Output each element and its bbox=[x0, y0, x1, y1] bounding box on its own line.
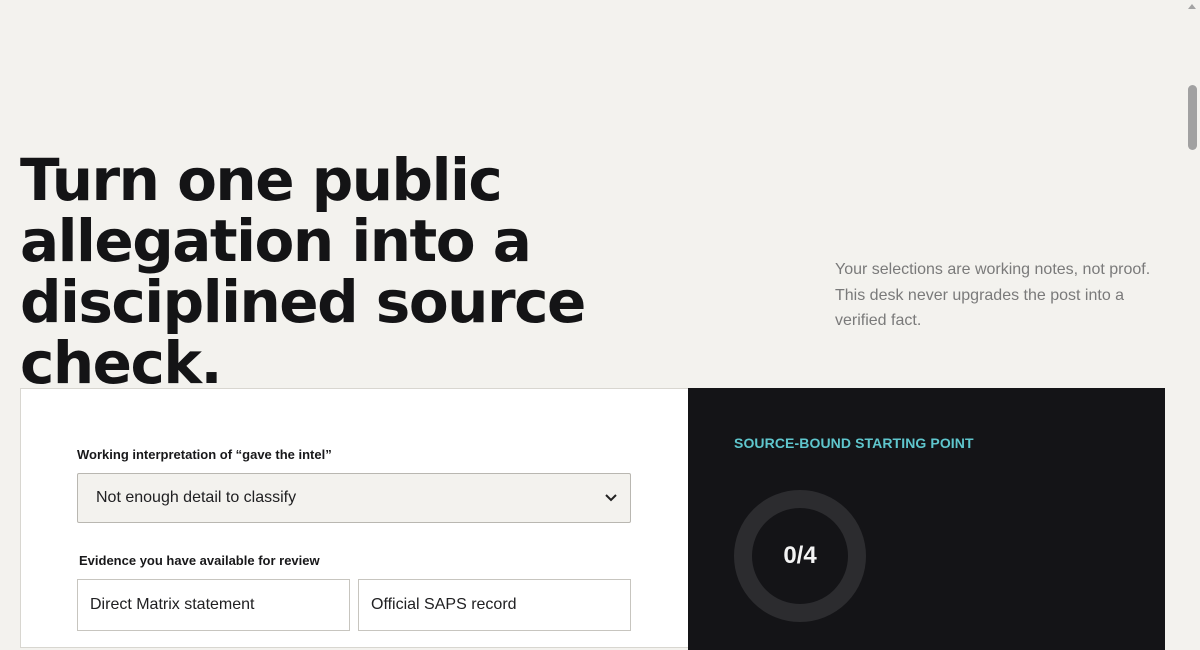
page-title: Turn one public allegation into a discip… bbox=[20, 146, 586, 397]
scrollbar-thumb[interactable] bbox=[1188, 85, 1197, 150]
result-column: SOURCE-BOUND STARTING POINT 0/4 bbox=[688, 388, 1165, 650]
scroll-up-arrow-icon[interactable] bbox=[1188, 4, 1196, 9]
result-label: SOURCE-BOUND STARTING POINT bbox=[734, 435, 974, 451]
interpretation-select[interactable]: Not enough detail to classify bbox=[77, 473, 631, 523]
interpretation-label: Working interpretation of “gave the inte… bbox=[77, 447, 332, 462]
vertical-scrollbar[interactable] bbox=[1185, 0, 1200, 630]
disclaimer-note: Your selections are working notes, not p… bbox=[835, 261, 1151, 329]
interpretation-select-value: Not enough detail to classify bbox=[96, 489, 297, 506]
evidence-option-official-saps-record[interactable]: Official SAPS record bbox=[358, 579, 631, 631]
evidence-label: Evidence you have available for review bbox=[79, 553, 320, 568]
form-column: Working interpretation of “gave the inte… bbox=[21, 389, 688, 647]
chevron-down-icon bbox=[604, 491, 618, 505]
source-check-panel: Working interpretation of “gave the inte… bbox=[20, 388, 1165, 650]
score-value: 0/4 bbox=[783, 542, 817, 569]
evidence-option-direct-matrix-statement[interactable]: Direct Matrix statement bbox=[77, 579, 350, 631]
